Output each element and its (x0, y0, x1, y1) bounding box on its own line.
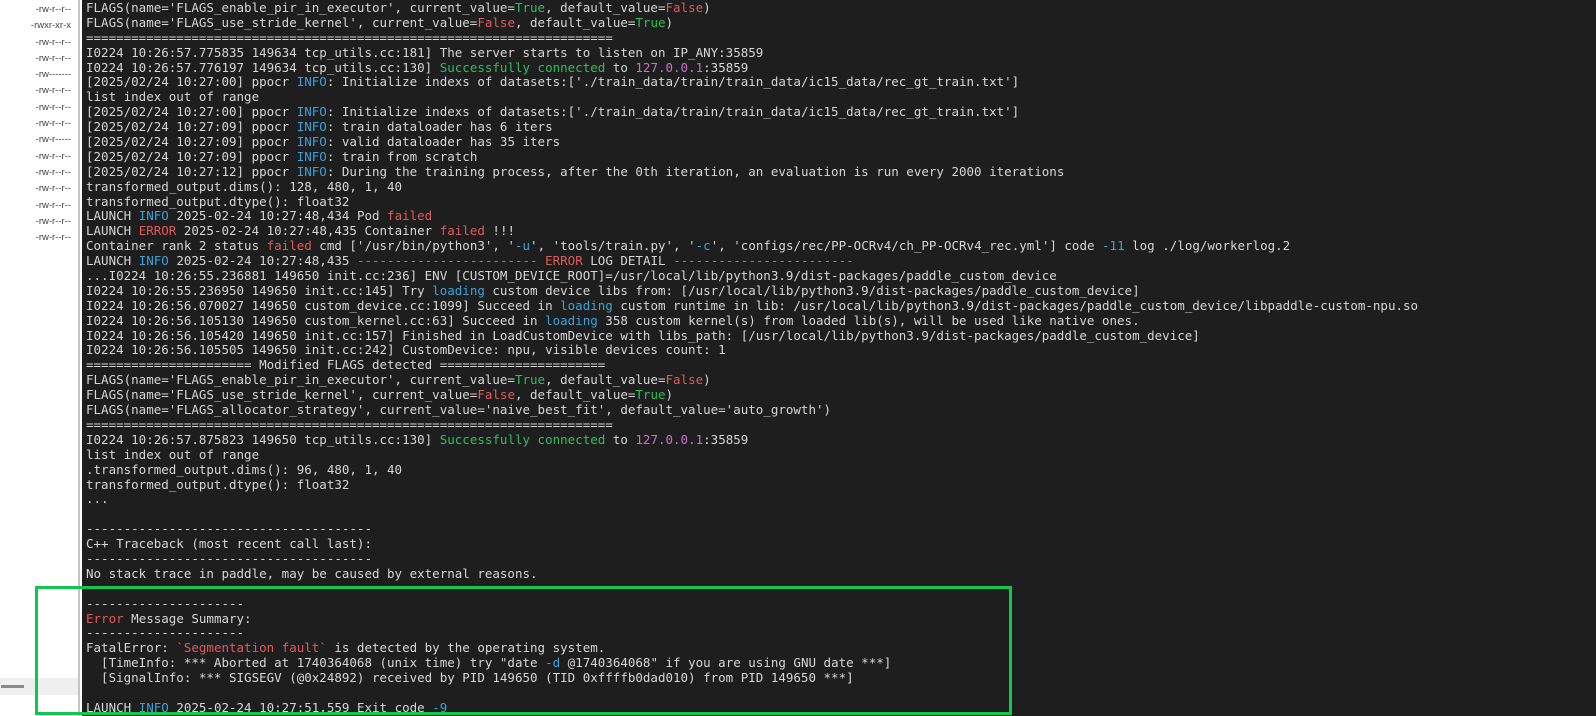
log-lines-container: FLAGS(name='FLAGS_enable_pir_in_executor… (82, 0, 1596, 716)
log-line: I0224 10:26:56.070027 149650 custom_devi… (86, 297, 1419, 313)
log-line: --------------------- (86, 595, 245, 611)
log-line: transformed_output.dtype(): float32 (86, 476, 350, 492)
log-line: LAUNCH INFO 2025-02-24 10:27:48,435 ----… (86, 253, 854, 269)
log-line: Container rank 2 status failed cmd ['/us… (86, 238, 1291, 254)
log-line: [2025/02/24 10:27:09] ppocr INFO: train … (86, 148, 478, 164)
log-line: I0224 10:26:56.105130 149650 custom_kern… (86, 312, 1140, 328)
log-line: C++ Traceback (most recent call last): (86, 536, 372, 552)
log-line: I0224 10:26:57.775835 149634 tcp_utils.c… (86, 44, 764, 60)
log-line: [2025/02/24 10:27:09] ppocr INFO: train … (86, 119, 553, 135)
log-line: transformed_output.dims(): 128, 480, 1, … (86, 178, 403, 194)
log-terminal[interactable]: FLAGS(name='FLAGS_enable_pir_in_executor… (82, 0, 1596, 716)
log-line: ...I0224 10:26:55.236881 149650 init.cc:… (86, 268, 1057, 284)
log-line: FLAGS(name='FLAGS_enable_pir_in_executor… (86, 372, 711, 388)
log-line: FLAGS(name='FLAGS_use_stride_kernel', cu… (86, 387, 674, 403)
permission-row: -rwxr-xr-x (30, 20, 71, 32)
permission-row: -rw-r----- (35, 134, 71, 146)
log-line: I0224 10:26:56.105505 149650 init.cc:242… (86, 342, 726, 358)
log-line: FLAGS(name='FLAGS_enable_pir_in_executor… (86, 0, 711, 15)
log-line: LAUNCH INFO 2025-02-24 10:27:51,559 Exit… (86, 699, 448, 715)
log-line: I0224 10:26:57.776197 149634 tcp_utils.c… (86, 59, 749, 75)
log-line: [2025/02/24 10:27:00] ppocr INFO: Initia… (86, 104, 1020, 120)
permission-row: -rw-r--r-- (35, 36, 71, 48)
log-line: LAUNCH INFO 2025-02-24 10:27:48,434 Pod … (86, 208, 433, 224)
log-line: --------------------- (86, 625, 245, 641)
log-line: FLAGS(name='FLAGS_use_stride_kernel', cu… (86, 14, 674, 30)
log-line: ========================================… (86, 416, 613, 432)
permission-row: -rw-r--r-- (35, 52, 71, 64)
log-line: list index out of range (86, 89, 260, 105)
log-line: I0224 10:26:56.105420 149650 init.cc:157… (86, 327, 1200, 343)
permission-row: -rw-r--r-- (35, 199, 71, 211)
log-line: ========================================… (86, 29, 613, 45)
permission-row: -rw-r--r-- (35, 183, 71, 195)
log-line: FatalError: `Segmentation fault` is dete… (86, 640, 606, 656)
log-line: [2025/02/24 10:27:00] ppocr INFO: Initia… (86, 74, 1020, 90)
log-line: No stack trace in paddle, may be caused … (86, 565, 538, 581)
file-permissions-panel: -rw-r--r-- -rwxr-xr-x -rw-r--r-- -rw-r--r--… (0, 0, 80, 716)
permission-row: -rw-r--r-- (35, 4, 71, 15)
log-line: ... (86, 491, 109, 507)
permissions-list: -rw-r--r-- -rwxr-xr-x -rw-r--r-- -rw-r--r--… (0, 0, 78, 246)
log-line: transformed_output.dtype(): float32 (86, 193, 350, 209)
log-line: [2025/02/24 10:27:12] ppocr INFO: During… (86, 163, 1065, 179)
permission-row: -rw------- (35, 69, 71, 81)
resize-handle[interactable] (1, 685, 24, 688)
log-line: I0224 10:26:57.875823 149650 tcp_utils.c… (86, 431, 749, 447)
permission-row: -rw-r--r-- (35, 101, 71, 113)
log-line: [SignalInfo: *** SIGSEGV (@0x24892) rece… (86, 670, 854, 686)
permission-row: -rw-r--r-- (35, 232, 71, 244)
log-line: .transformed_output.dims(): 96, 480, 1, … (86, 461, 403, 477)
log-line: ====================== Modified FLAGS de… (86, 357, 606, 373)
log-line: Error Message Summary: (86, 610, 252, 626)
log-line: I0224 10:26:55.236950 149650 init.cc:145… (86, 282, 1140, 298)
permission-row: -rw-r--r-- (35, 85, 71, 97)
log-line: FLAGS(name='FLAGS_allocator_strategy', c… (86, 402, 832, 418)
log-line: [TimeInfo: *** Aborted at 1740364068 (un… (86, 655, 892, 671)
permission-row: -rw-r--r-- (35, 118, 71, 130)
log-line: LAUNCH ERROR 2025-02-24 10:27:48,435 Con… (86, 223, 515, 239)
permission-row: -rw-r--r-- (35, 150, 71, 162)
permission-row: -rw-r--r-- (35, 166, 71, 178)
permission-row: -rw-r--r-- (35, 215, 71, 227)
log-line: [2025/02/24 10:27:09] ppocr INFO: valid … (86, 134, 561, 150)
log-line: -------------------------------------- (86, 521, 372, 537)
log-line: list index out of range (86, 446, 260, 462)
log-line: -------------------------------------- (86, 550, 372, 566)
